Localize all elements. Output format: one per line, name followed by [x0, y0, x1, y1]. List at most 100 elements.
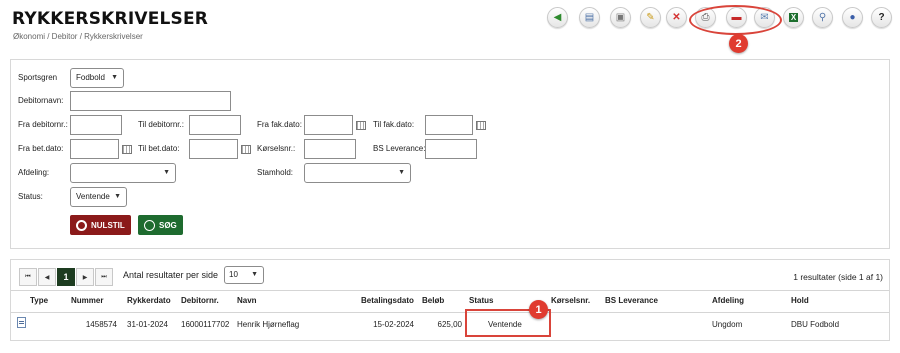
sportsgren-label: Sportsgren [18, 73, 58, 82]
prev-page-icon: ◀ [44, 274, 50, 281]
search-button-label: SØG [159, 220, 177, 230]
filter-panel: Sportsgren Fodbold ▼ Debitornavn: Fra de… [10, 59, 890, 249]
bs-leverance-label: BS Leverance: [373, 144, 426, 153]
delete-button[interactable]: ✕ [666, 7, 687, 28]
back-button[interactable]: ◀ [547, 7, 568, 28]
debitornavn-label: Debitornavn: [18, 96, 64, 105]
divider [11, 290, 889, 291]
breadcrumb: Økonomi / Debitor / Rykkerskrivelser [13, 32, 143, 41]
fra-debitornr-label: Fra debitornr.: [18, 120, 68, 129]
column-header[interactable]: Afdeling [712, 296, 744, 305]
results-summary: 1 resultater (side 1 af 1) [793, 272, 883, 282]
page-title: RYKKERSKRIVELSER [12, 9, 209, 29]
column-header[interactable]: Hold [791, 296, 809, 305]
column-header[interactable]: BS Leverance [605, 296, 658, 305]
lock-button[interactable]: ▣ [610, 7, 631, 28]
chevron-down-icon: ▼ [163, 169, 170, 176]
first-page-button[interactable]: ⏮ [19, 268, 37, 286]
debitornavn-input[interactable] [70, 91, 231, 111]
help-icon: ? [878, 12, 885, 23]
cell-debitornr: 16000117702 [181, 320, 230, 329]
delete-icon: ✕ [672, 12, 681, 23]
cell-betalingsdato: 15-02-2024 [373, 320, 414, 329]
current-page[interactable]: 1 [57, 268, 75, 286]
prev-page-button[interactable]: ◀ [38, 268, 56, 286]
fra-bet-dato-input[interactable] [70, 139, 119, 159]
til-bet-dato-input[interactable] [189, 139, 238, 159]
cell-beloeb: 625,00 [437, 320, 462, 329]
search-button[interactable]: ⚲ [812, 7, 833, 28]
block-icon [76, 219, 87, 231]
til-fak-dato-input[interactable] [425, 115, 473, 135]
column-header[interactable]: Debitornr. [181, 296, 219, 305]
sportsgren-value: Fodbold [76, 73, 105, 82]
cell-rykkerdato: 31-01-2024 [127, 320, 168, 329]
column-header[interactable]: Rykkerdato [127, 296, 171, 305]
annotation-marker-1: 1 [529, 300, 548, 319]
edit-button[interactable]: ✎ [640, 7, 661, 28]
column-header[interactable]: Navn [237, 296, 257, 305]
chevron-down-icon: ▼ [111, 74, 118, 81]
til-debitornr-label: Til debitornr.: [138, 120, 184, 129]
info-button[interactable]: ● [842, 7, 863, 28]
document-button[interactable]: ▤ [579, 7, 600, 28]
cell-hold: DBU Fodbold [791, 320, 840, 329]
cell-navn: Henrik Hjørneflag [237, 320, 300, 329]
per-page-value: 10 [229, 270, 238, 279]
annotation-ellipse [689, 5, 782, 35]
til-bet-dato-label: Til bet.dato: [138, 144, 180, 153]
search-icon [144, 219, 155, 231]
til-fak-dato-label: Til fak.dato: [373, 120, 415, 129]
annotation-marker-2: 2 [729, 34, 748, 53]
calendar-icon[interactable] [476, 121, 486, 130]
koerselsnr-input[interactable] [304, 139, 356, 159]
stamhold-select[interactable]: ▼ [304, 163, 411, 183]
status-label: Status: [18, 192, 43, 201]
cell-nummer: 1458574 [85, 320, 117, 329]
back-icon: ◀ [553, 12, 562, 23]
sportsgren-select[interactable]: Fodbold ▼ [70, 68, 124, 88]
status-select[interactable]: Ventende ▼ [70, 187, 127, 207]
first-page-icon: ⏮ [25, 273, 31, 280]
koerselsnr-label: Kørselsnr.: [257, 144, 296, 153]
column-header[interactable]: Type [30, 296, 48, 305]
document-icon[interactable] [17, 317, 26, 328]
calendar-icon[interactable] [122, 145, 132, 154]
fra-debitornr-input[interactable] [70, 115, 122, 135]
status-value: Ventende [76, 192, 110, 201]
cell-afdeling: Ungdom [712, 320, 743, 329]
magnifier-icon: ⚲ [818, 12, 827, 23]
search-submit-button[interactable]: SØG [138, 215, 183, 235]
column-header[interactable]: Nummer [71, 296, 103, 305]
fra-fak-dato-label: Fra fak.dato: [257, 120, 302, 129]
reset-button-label: NULSTIL [91, 220, 125, 230]
til-debitornr-input[interactable] [189, 115, 241, 135]
column-header[interactable]: Beløb [422, 296, 444, 305]
fra-fak-dato-input[interactable] [304, 115, 353, 135]
calendar-icon[interactable] [356, 121, 366, 130]
lock-icon: ▣ [615, 12, 626, 23]
per-page-select[interactable]: 10 ▼ [224, 266, 264, 284]
fra-bet-dato-label: Fra bet.dato: [18, 144, 64, 153]
chevron-down-icon: ▼ [251, 271, 258, 278]
next-page-icon: ▶ [82, 274, 88, 281]
excel-button[interactable]: X [783, 7, 804, 28]
column-header[interactable]: Status [469, 296, 493, 305]
bs-leverance-input[interactable] [425, 139, 477, 159]
divider [11, 312, 889, 313]
column-header[interactable]: Betalingsdato [361, 296, 414, 305]
column-header[interactable]: Kørselsnr. [551, 296, 590, 305]
help-button[interactable]: ? [871, 7, 892, 28]
excel-icon: X [788, 13, 799, 22]
edit-icon: ✎ [646, 12, 655, 23]
last-page-button[interactable]: ⏭ [95, 268, 113, 286]
last-page-icon: ⏭ [101, 273, 107, 280]
chevron-down-icon: ▼ [398, 169, 405, 176]
next-page-button[interactable]: ▶ [76, 268, 94, 286]
info-icon: ● [849, 12, 856, 23]
reset-button[interactable]: NULSTIL [70, 215, 131, 235]
afdeling-label: Afdeling: [18, 168, 50, 177]
calendar-icon[interactable] [241, 145, 251, 154]
per-page-label: Antal resultater per side [123, 270, 219, 280]
afdeling-select[interactable]: ▼ [70, 163, 176, 183]
